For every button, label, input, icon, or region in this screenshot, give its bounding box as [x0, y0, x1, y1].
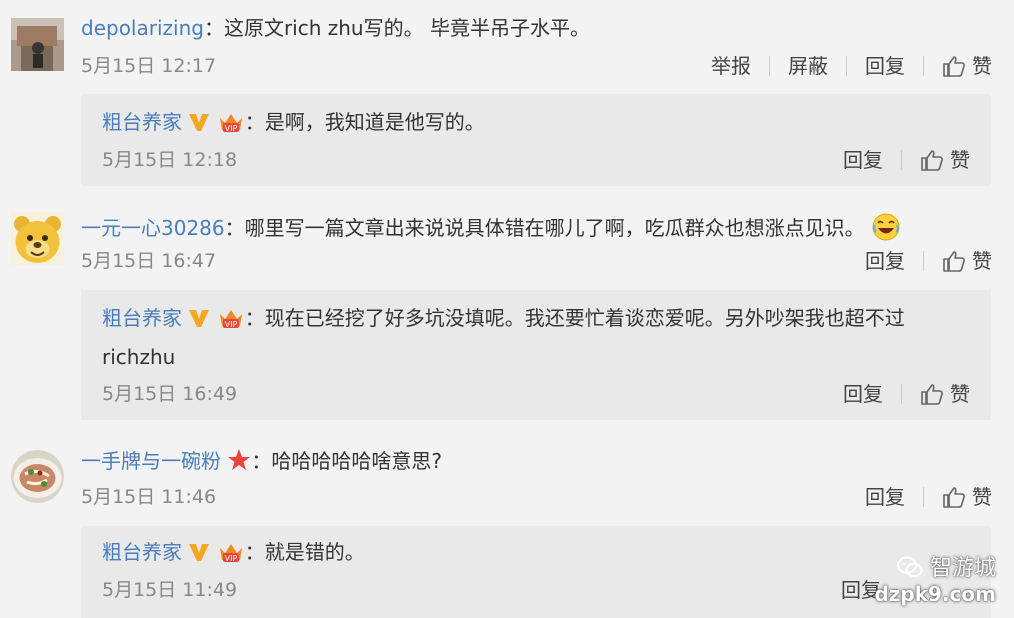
like-button[interactable]: 赞	[942, 485, 992, 509]
reply-box: 粗台养家 VIP ：是啊，我知道是他写的。 5月15日 12:18 回复 赞	[81, 94, 991, 186]
like-label: 赞	[972, 54, 992, 78]
username-link[interactable]: 一元一心30286	[81, 216, 225, 240]
svg-text:VIP: VIP	[224, 554, 237, 563]
reply-button[interactable]: 回复	[865, 485, 905, 509]
reply-time: 5月15日 16:49	[102, 383, 238, 405]
reply-time: 5月15日 12:18	[102, 149, 238, 171]
like-label: 赞	[950, 382, 970, 406]
member-crown-icon: VIP	[219, 310, 242, 329]
like-button[interactable]: 赞	[920, 148, 970, 172]
reply-username-link[interactable]: 粗台养家	[102, 306, 182, 330]
laughing-emoji-icon	[872, 213, 900, 241]
comment-time: 5月15日 16:47	[81, 250, 217, 272]
comment-text-line: depolarizing：这原文rich zhu写的。 毕竟半吊子水平。	[81, 16, 590, 40]
comment-text: ：哪里写一篇文章出来说说具体错在哪儿了啊，吃瓜群众也想涨点见识。	[224, 216, 865, 240]
username-link[interactable]: depolarizing	[81, 16, 204, 40]
reply-actions: 回复 赞	[843, 382, 970, 406]
watermark-title: 智游城	[874, 550, 996, 582]
thumbs-up-icon	[921, 384, 943, 405]
verified-v-icon	[189, 310, 210, 327]
like-button[interactable]: 赞	[942, 249, 992, 273]
reply-button[interactable]: 回复	[865, 249, 905, 273]
comment-actions: 回复 赞	[865, 485, 992, 509]
reply-text: ：现在已经挖了好多坑没填呢。我还要忙着谈恋爱呢。另外吵架我也超不过	[244, 306, 905, 330]
reply-button[interactable]: 回复	[865, 54, 905, 78]
like-label: 赞	[972, 249, 992, 273]
reply-text-line: 粗台养家 VIP ：是啊，我知道是他写的。	[102, 110, 485, 134]
avatar[interactable]	[11, 212, 64, 265]
comment-time: 5月15日 12:17	[81, 55, 217, 77]
divider	[923, 56, 924, 76]
like-button[interactable]: 赞	[942, 54, 992, 78]
reply-actions: 回复 赞	[843, 148, 970, 172]
star-badge-icon	[228, 449, 251, 470]
comment-text-line: 一元一心30286：哪里写一篇文章出来说说具体错在哪儿了啊，吃瓜群众也想涨点见识…	[81, 212, 901, 242]
thumbs-up-icon	[921, 150, 943, 171]
wechat-icon	[896, 556, 923, 577]
like-label: 赞	[950, 148, 970, 172]
thumbs-up-icon	[943, 56, 965, 77]
divider	[846, 56, 847, 76]
reply-box: 粗台养家 VIP ：现在已经挖了好多坑没填呢。我还要忙着谈恋爱呢。另外吵架我也超不…	[81, 290, 991, 420]
avatar[interactable]	[11, 18, 64, 71]
reply-text-line: 粗台养家 VIP ：就是错的。	[102, 540, 365, 564]
thumbs-up-icon	[943, 487, 965, 508]
like-button[interactable]: 赞	[920, 382, 970, 406]
report-button[interactable]: 举报	[711, 54, 751, 78]
divider	[923, 251, 924, 271]
reply-username-link[interactable]: 粗台养家	[102, 540, 182, 564]
comment-text: ：哈哈哈哈哈啥意思?	[251, 449, 442, 473]
reply-button[interactable]: 回复	[843, 148, 883, 172]
reply-time: 5月15日 11:49	[102, 579, 238, 601]
member-crown-icon: VIP	[219, 544, 242, 563]
reply-text-continued: richzhu	[102, 345, 176, 369]
member-crown-icon: VIP	[219, 114, 242, 133]
divider	[923, 487, 924, 507]
comment-actions: 回复 赞	[865, 249, 992, 273]
comment-text: ：这原文rich zhu写的。 毕竟半吊子水平。	[203, 16, 590, 40]
divider	[769, 56, 770, 76]
verified-v-icon	[189, 114, 210, 131]
thumbs-up-icon	[943, 251, 965, 272]
svg-text:VIP: VIP	[224, 124, 237, 133]
like-label: 赞	[972, 485, 992, 509]
divider	[901, 384, 902, 404]
svg-text:VIP: VIP	[224, 320, 237, 329]
divider	[901, 150, 902, 170]
reply-text-line: 粗台养家 VIP ：现在已经挖了好多坑没填呢。我还要忙着谈恋爱呢。另外吵架我也超不…	[102, 306, 905, 330]
reply-text: ：是啊，我知道是他写的。	[244, 110, 485, 134]
reply-username-link[interactable]: 粗台养家	[102, 110, 182, 134]
comment-text-line: 一手牌与一碗粉 ：哈哈哈哈哈啥意思?	[81, 448, 442, 473]
reply-text: ：就是错的。	[244, 540, 365, 564]
verified-v-icon	[189, 544, 210, 561]
comment-time: 5月15日 11:46	[81, 486, 217, 508]
watermark: 智游城 dzpk9.com	[874, 550, 996, 606]
reply-button[interactable]: 回复	[843, 382, 883, 406]
reply-box: 粗台养家 VIP ：就是错的。 5月15日 11:49 回复	[81, 526, 991, 618]
avatar[interactable]	[11, 450, 64, 503]
watermark-url: dzpk9.com	[874, 582, 996, 606]
comment-actions: 举报 屏蔽 回复 赞	[711, 54, 992, 78]
block-button[interactable]: 屏蔽	[788, 54, 828, 78]
username-link[interactable]: 一手牌与一碗粉	[81, 449, 221, 473]
